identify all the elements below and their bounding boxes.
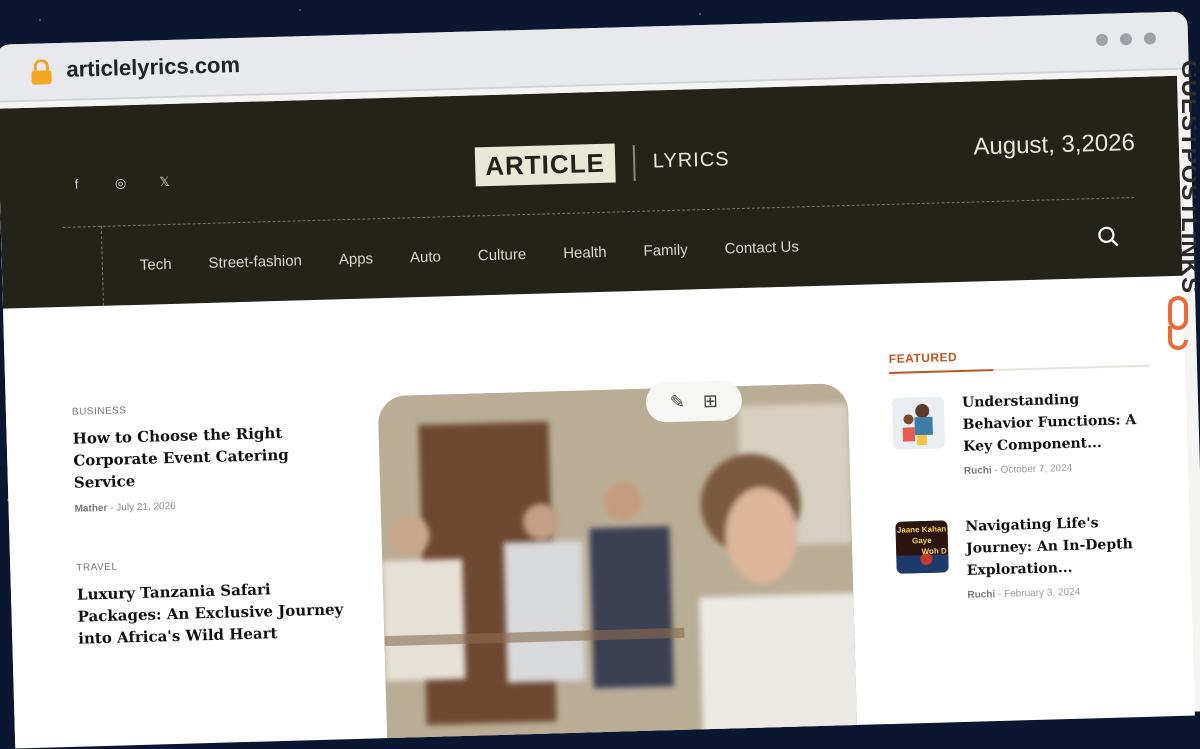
image-tools: ✎ ⊞ xyxy=(645,380,743,423)
browser-window: articlelyrics.com f ◎ 𝕏 ARTICLE LYRICS A… xyxy=(0,0,1200,749)
featured-heading: FEATURED xyxy=(888,350,958,366)
window-dot-icon[interactable] xyxy=(1143,32,1157,45)
divider xyxy=(100,225,104,306)
post-list: BUSINESS How to Choose the Right Corpora… xyxy=(72,399,349,649)
instagram-icon[interactable]: ◎ xyxy=(113,175,127,191)
featured-meta: Ruchi - October 7, 2024 xyxy=(964,461,1154,477)
logo-divider xyxy=(632,144,636,181)
nav-item-auto[interactable]: Auto xyxy=(410,248,441,266)
featured-date: February 3, 2024 xyxy=(1003,586,1081,600)
nav-item-culture[interactable]: Culture xyxy=(478,246,527,264)
featured-thumbnail[interactable]: Jaane Kahan Gaye Woh D xyxy=(895,520,949,574)
post-title[interactable]: Luxury Tanzania Safari Packages: An Excl… xyxy=(77,576,349,650)
add-note-icon[interactable]: ⊞ xyxy=(703,390,719,411)
post-author[interactable]: Mather xyxy=(75,503,108,515)
main-nav: Tech Street-fashion Apps Auto Culture He… xyxy=(140,238,799,273)
featured-item: Jaane Kahan Gaye Woh D Navigating Life's… xyxy=(893,511,1156,628)
thumbnail-image: Jaane Kahan Gaye Woh D xyxy=(895,520,949,574)
nav-item-contact[interactable]: Contact Us xyxy=(724,238,799,257)
watermark-text: GUESTPOSTLINKS xyxy=(1176,60,1196,294)
header-date: August, 3,2026 xyxy=(973,128,1136,161)
post-date: July 21, 2026 xyxy=(116,500,176,514)
featured-author[interactable]: Ruchi xyxy=(967,589,995,601)
featured-thumbnail[interactable] xyxy=(891,396,946,450)
social-links: f ◎ 𝕏 xyxy=(69,174,171,193)
featured-meta: Ruchi - February 3, 2024 xyxy=(967,585,1157,601)
nav-item-tech[interactable]: Tech xyxy=(140,256,172,274)
hero-photo xyxy=(377,383,859,749)
watermark-logo: GUESTPOSTLINKS xyxy=(1168,60,1196,350)
nav-item-health[interactable]: Health xyxy=(563,244,607,262)
featured-title[interactable]: Navigating Life's Journey: An In-Depth E… xyxy=(965,511,1157,582)
nav-item-family[interactable]: Family xyxy=(643,242,688,260)
thumbnail-image xyxy=(891,396,946,450)
site-logo[interactable]: ARTICLE LYRICS xyxy=(474,140,730,187)
logo-article-text: ARTICLE xyxy=(474,143,616,187)
site-header: f ◎ 𝕏 ARTICLE LYRICS August, 3,2026 Tech… xyxy=(0,75,1183,309)
featured-sidebar: FEATURED Understanding Behavior Function… xyxy=(889,345,1157,628)
website: f ◎ 𝕏 ARTICLE LYRICS August, 3,2026 Tech… xyxy=(0,75,1195,749)
post-title[interactable]: How to Choose the Right Corporate Event … xyxy=(72,420,344,494)
facebook-icon[interactable]: f xyxy=(69,176,83,192)
post-category[interactable]: TRAVEL xyxy=(76,555,346,574)
link-icon xyxy=(1168,296,1188,330)
window-dot-icon[interactable] xyxy=(1095,33,1109,47)
thumb-text-2: Gaye xyxy=(912,536,932,546)
nav-item-street-fashion[interactable]: Street-fashion xyxy=(208,252,302,272)
thumb-text-1: Jaane Kahan xyxy=(897,524,947,534)
featured-text: Understanding Behavior Functions: A Key … xyxy=(962,387,1154,477)
hero-image[interactable] xyxy=(377,383,859,749)
window-dot-icon[interactable] xyxy=(1119,33,1133,46)
nav-item-apps[interactable]: Apps xyxy=(339,250,374,268)
featured-date: October 7, 2024 xyxy=(1000,462,1073,476)
search-icon[interactable] xyxy=(1097,225,1120,248)
post-card: BUSINESS How to Choose the Right Corpora… xyxy=(72,399,345,514)
thumb-text-3: Woh D xyxy=(921,546,947,556)
edit-icon[interactable]: ✎ xyxy=(670,391,686,412)
logo-lyrics-text: LYRICS xyxy=(652,148,730,173)
featured-text: Navigating Life's Journey: An In-Depth E… xyxy=(965,511,1157,601)
post-meta: Mather - July 21, 2026 xyxy=(75,496,345,515)
featured-title[interactable]: Understanding Behavior Functions: A Key … xyxy=(962,387,1154,458)
post-card: TRAVEL Luxury Tanzania Safari Packages: … xyxy=(76,555,348,650)
post-category[interactable]: BUSINESS xyxy=(72,399,342,418)
divider xyxy=(62,197,1135,228)
url-text[interactable]: articlelyrics.com xyxy=(66,52,240,83)
window-controls xyxy=(1095,32,1157,47)
featured-author[interactable]: Ruchi xyxy=(964,465,992,477)
x-icon[interactable]: 𝕏 xyxy=(157,174,171,190)
divider xyxy=(889,364,1150,374)
lock-icon xyxy=(31,59,52,85)
featured-item: Understanding Behavior Functions: A Key … xyxy=(890,387,1153,504)
